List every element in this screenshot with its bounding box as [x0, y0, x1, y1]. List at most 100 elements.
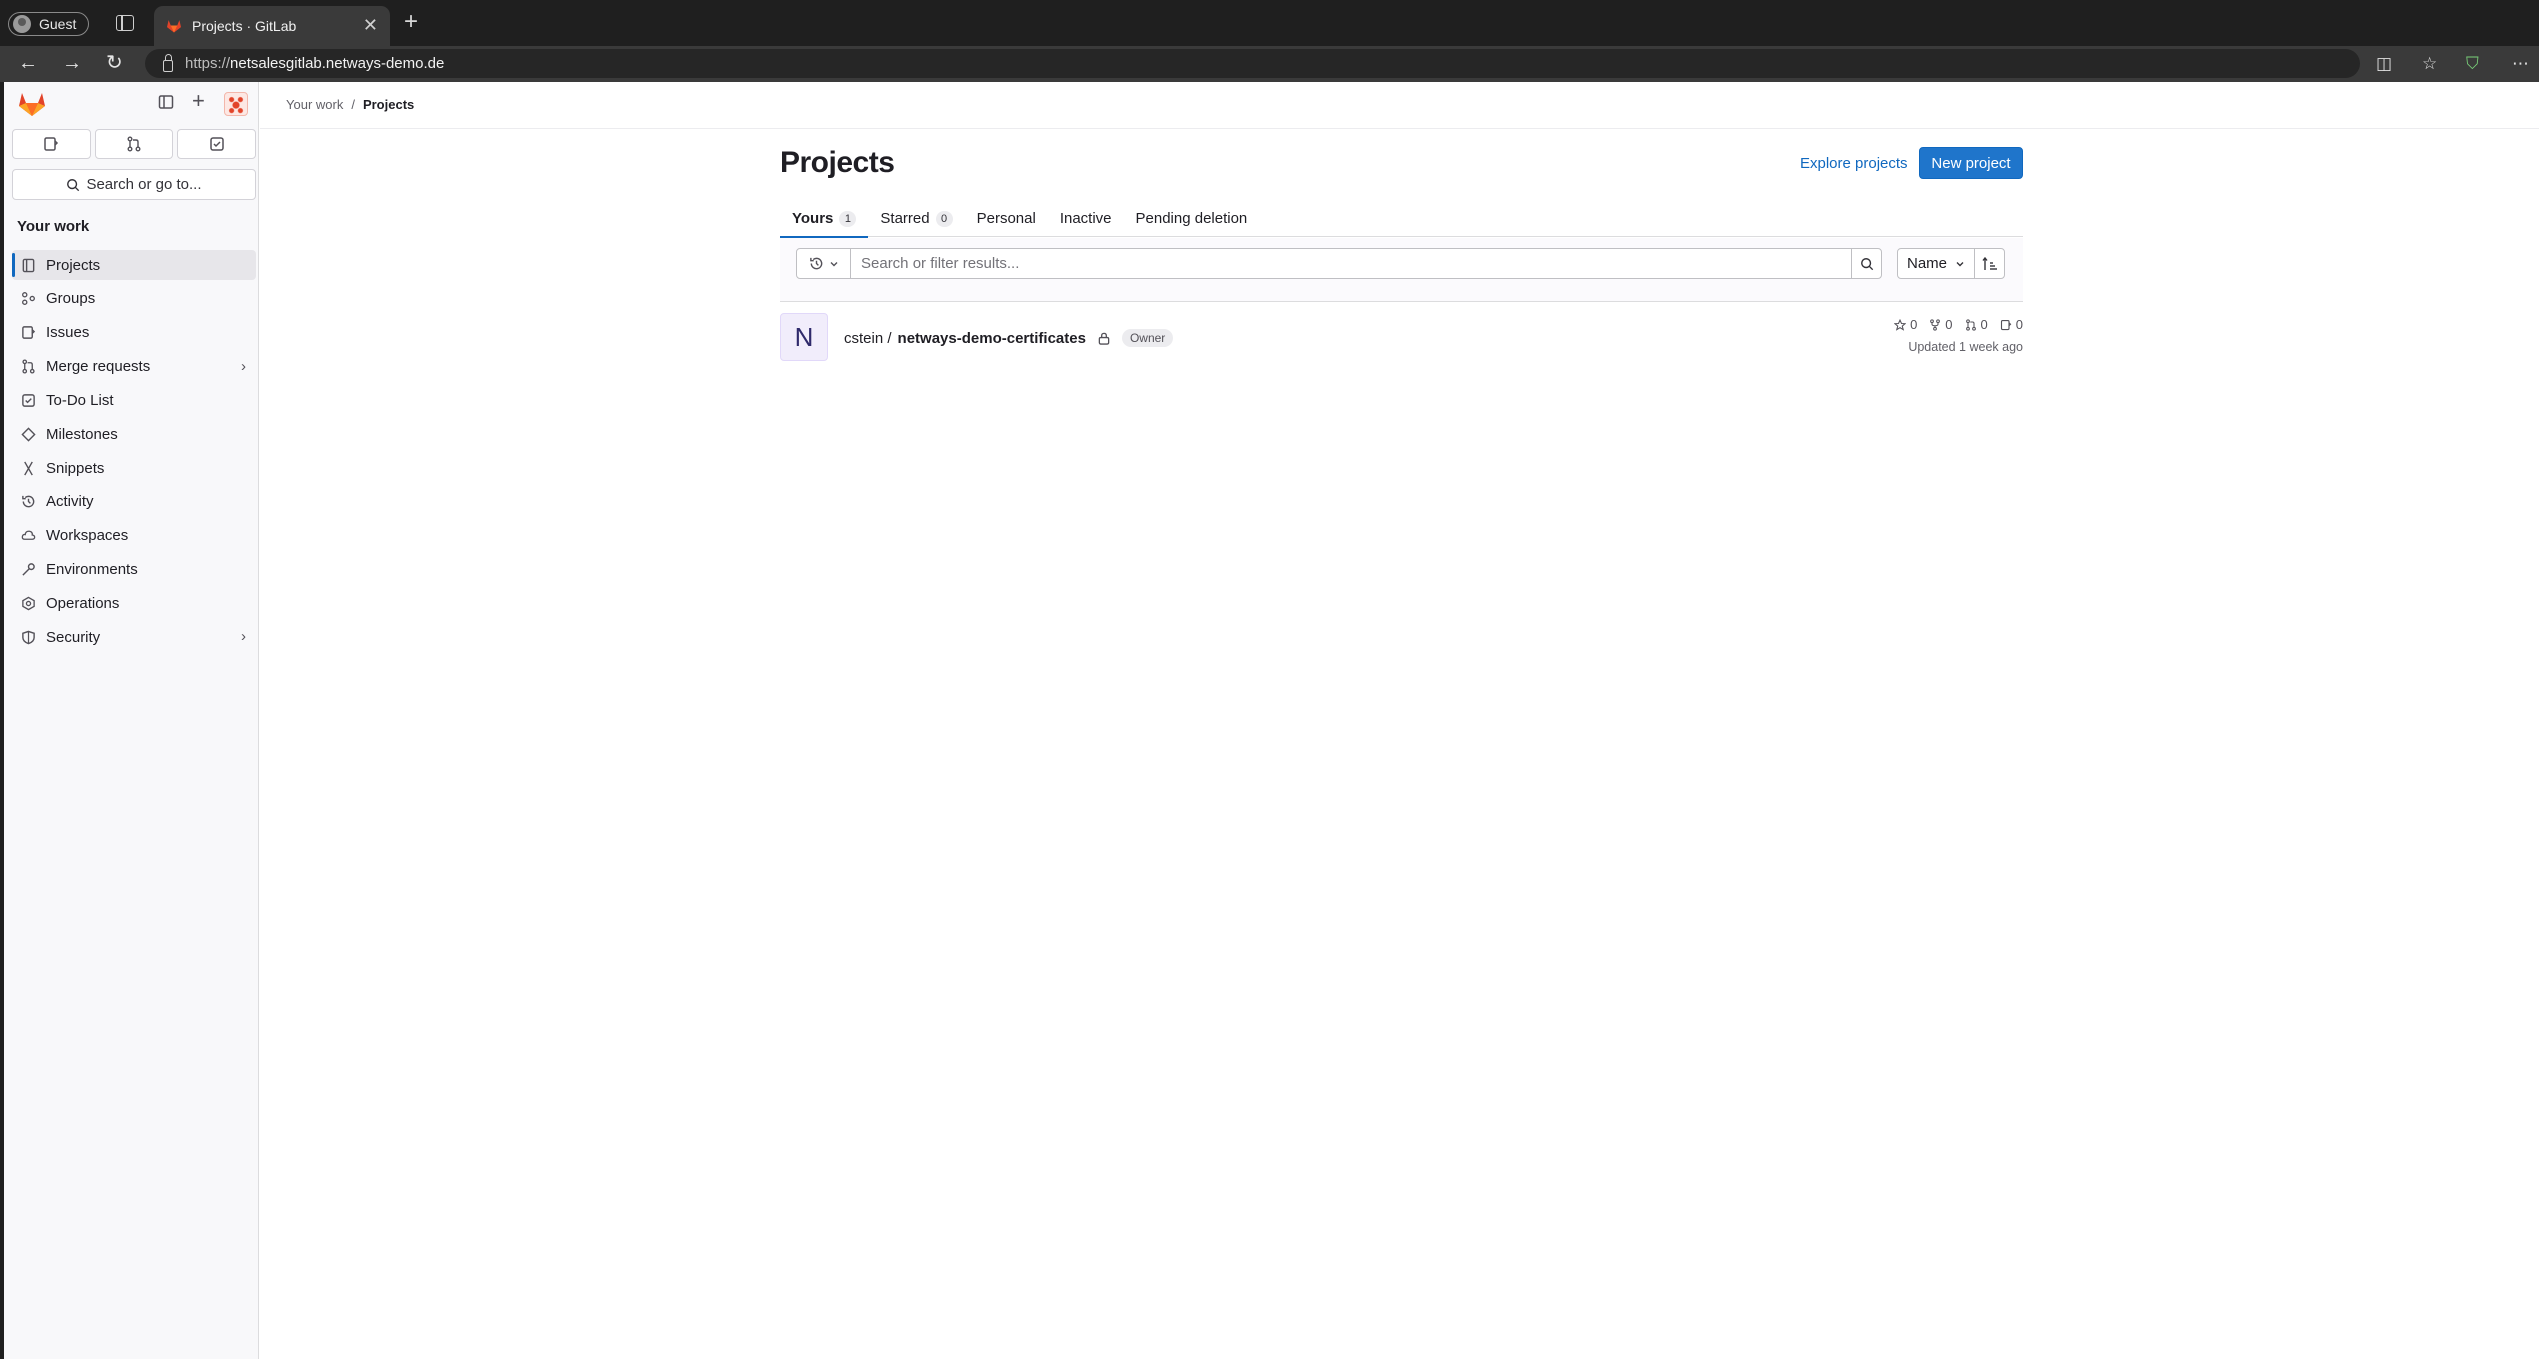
tab-starred[interactable]: Starred 0 — [868, 200, 964, 237]
sort-direction-button[interactable] — [1974, 248, 2005, 279]
split-screen-icon[interactable]: ◫ — [2376, 54, 2392, 74]
new-project-button[interactable]: New project — [1919, 147, 2023, 179]
gitlab-logo-icon[interactable] — [18, 91, 46, 117]
tab-label: Personal — [976, 210, 1036, 227]
address-bar[interactable]: https://netsalesgitlab.netways-demo.de — [145, 49, 2360, 78]
breadcrumb-separator: / — [351, 97, 355, 112]
sidebar-item-environments[interactable]: Environments — [12, 555, 256, 585]
sidebar-item-label: Issues — [46, 324, 90, 342]
tab-inactive[interactable]: Inactive — [1048, 200, 1124, 237]
favorites-icon[interactable]: ☆ — [2422, 54, 2437, 74]
group-icon — [20, 291, 36, 307]
sidebar-item-label: Projects — [46, 256, 101, 274]
merge-requests-stat[interactable]: 0 — [1965, 317, 1988, 332]
explore-projects-link[interactable]: Explore projects — [1800, 155, 1908, 172]
project-tabs: Yours 1 Starred 0 Personal Inactive Pend… — [780, 200, 2023, 238]
sidebar-item-milestones[interactable]: Milestones — [12, 419, 256, 449]
sidebar-item-operations[interactable]: Operations — [12, 588, 256, 618]
tab-count-badge: 0 — [935, 210, 953, 227]
role-badge: Owner — [1121, 329, 1174, 347]
sidebar-item-security[interactable]: Security › — [12, 622, 256, 652]
project-namespace[interactable]: cstein / — [844, 330, 892, 347]
lock-icon — [163, 53, 173, 72]
issues-stat[interactable]: 0 — [2000, 317, 2023, 332]
sidebar-item-label: Milestones — [46, 425, 118, 443]
tab-yours[interactable]: Yours 1 — [780, 200, 869, 238]
sidebar-item-workspaces[interactable]: Workspaces — [12, 521, 256, 551]
tab-actions-icon[interactable] — [116, 15, 134, 31]
forks-stat[interactable]: 0 — [1929, 317, 1953, 332]
sidebar-item-label: Environments — [46, 561, 138, 579]
todo-icon — [209, 137, 224, 151]
private-lock-icon — [1096, 330, 1112, 346]
collapse-sidebar-icon[interactable] — [158, 94, 174, 114]
sidebar-item-label: Groups — [46, 290, 96, 308]
search-submit-button[interactable] — [1851, 248, 1882, 279]
merge-requests-button[interactable] — [94, 129, 174, 159]
search-go-to-button[interactable]: Search or go to... — [12, 169, 256, 200]
breadcrumb-your-work[interactable]: Your work — [286, 97, 343, 112]
sort-by-dropdown[interactable]: Name — [1897, 248, 1975, 279]
search-go-to-label: Search or go to... — [86, 176, 202, 193]
search-icon — [67, 178, 80, 191]
sidebar-item-projects[interactable]: Projects — [12, 250, 256, 280]
issues-icon — [2000, 319, 2012, 330]
project-avatar[interactable]: N — [780, 313, 828, 361]
sort-label: Name — [1906, 255, 1947, 272]
sidebar-item-activity[interactable]: Activity — [12, 487, 256, 517]
sidebar-item-label: Operations — [46, 594, 120, 612]
create-new-icon[interactable]: + — [192, 90, 205, 112]
history-icon — [20, 494, 36, 510]
tab-label: Yours — [792, 210, 834, 227]
sidebar-item-snippets[interactable]: Snippets — [12, 453, 256, 483]
breadcrumb-projects[interactable]: Projects — [363, 97, 414, 112]
sidebar-item-groups[interactable]: Groups — [12, 284, 256, 314]
extension-icon[interactable]: ⛉ — [2466, 54, 2479, 74]
recent-searches-button[interactable] — [796, 248, 851, 279]
gitlab-app: + Search or go to... Your work Projects — [4, 82, 2539, 1359]
close-tab-icon[interactable]: ✕ — [363, 16, 378, 34]
back-icon[interactable]: ← — [18, 52, 38, 74]
browser-toolbar: ← → ↻ https://netsalesgitlab.netways-dem… — [0, 46, 2539, 82]
top-bar: Your work / Projects — [260, 82, 2539, 129]
tab-pending-deletion[interactable]: Pending deletion — [1124, 200, 1260, 237]
sidebar-item-label: To-Do List — [46, 391, 114, 409]
user-avatar[interactable] — [224, 92, 248, 116]
merge-request-icon — [20, 359, 36, 375]
sidebar-nav: Projects Groups Issues Merge requests › … — [12, 250, 256, 656]
tab-count-badge: 1 — [839, 210, 857, 227]
sort-ascending-icon — [1981, 256, 1997, 270]
sidebar: + Search or go to... Your work Projects — [4, 82, 259, 1359]
sidebar-section-heading: Your work — [17, 218, 90, 235]
url-text: https://netsalesgitlab.netways-demo.de — [185, 55, 445, 72]
new-tab-icon[interactable]: + — [404, 10, 418, 34]
chevron-right-icon: › — [241, 357, 246, 375]
profile-button[interactable]: Guest — [8, 12, 90, 36]
tab-personal[interactable]: Personal — [965, 200, 1048, 237]
project-icon — [20, 257, 36, 273]
more-menu-icon[interactable]: ⋯ — [2512, 54, 2529, 74]
sidebar-item-issues[interactable]: Issues — [12, 318, 256, 348]
sidebar-item-todo-list[interactable]: To-Do List — [12, 385, 256, 415]
chevron-right-icon: › — [241, 628, 246, 646]
search-filter-input[interactable] — [850, 248, 1852, 279]
stars-count: 0 — [1910, 317, 1918, 332]
project-name-link[interactable]: netways-demo-certificates — [898, 330, 1086, 347]
tab-label: Pending deletion — [1135, 210, 1248, 227]
page-title: Projects — [780, 146, 895, 179]
forward-icon[interactable]: → — [62, 52, 82, 74]
sidebar-item-label: Merge requests — [46, 358, 151, 376]
assigned-issues-button[interactable] — [12, 129, 91, 159]
browser-tab-active[interactable]: Projects · GitLab ✕ — [154, 6, 390, 46]
stars-stat[interactable]: 0 — [1894, 317, 1917, 332]
sidebar-item-label: Snippets — [46, 459, 105, 477]
merge-requests-count: 0 — [1980, 317, 1988, 332]
issues-icon — [20, 325, 36, 341]
fork-icon — [1930, 318, 1941, 331]
todo-button[interactable] — [177, 129, 257, 159]
issues-count: 0 — [2015, 317, 2023, 332]
merge-request-icon — [1965, 318, 1976, 331]
reload-icon[interactable]: ↻ — [106, 52, 123, 74]
sidebar-item-merge-requests[interactable]: Merge requests › — [12, 352, 256, 382]
gitlab-favicon-icon — [167, 20, 181, 33]
